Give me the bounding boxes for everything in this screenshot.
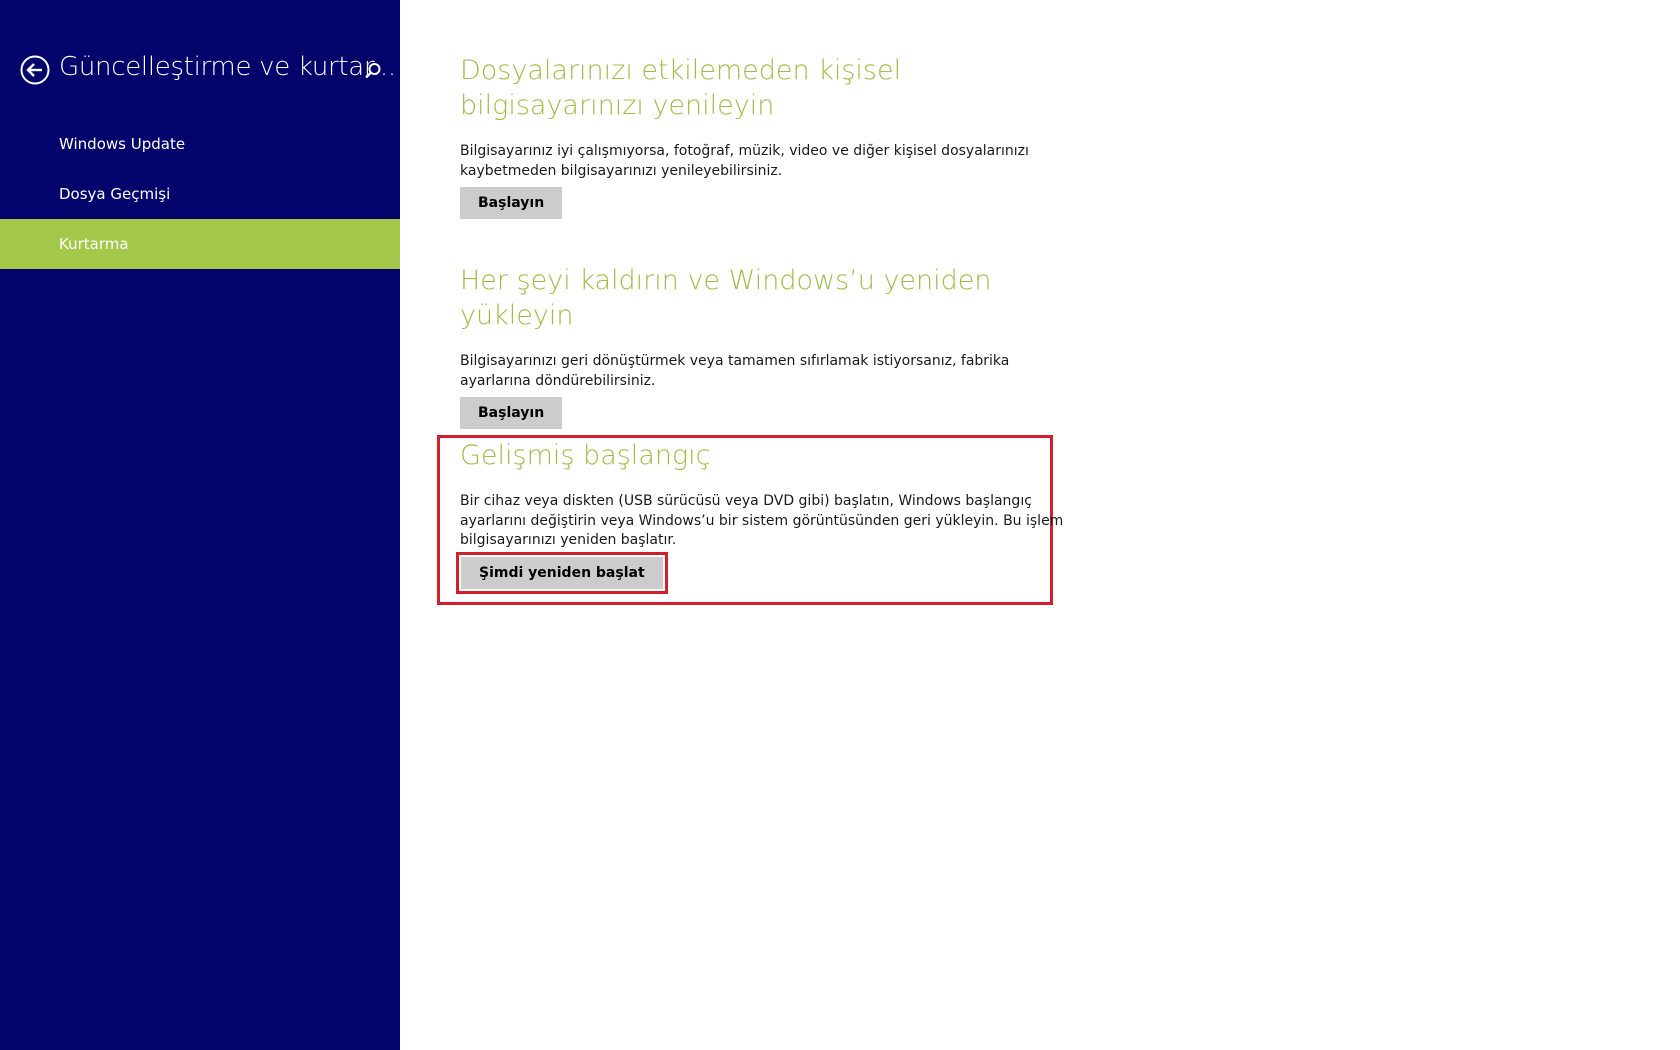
- section-title: Dosyalarınızı etkilemeden kişisel bilgis…: [460, 55, 902, 121]
- section-title: Her şeyi kaldırın ve Windows’u yeniden y…: [460, 265, 992, 331]
- sidebar-item-label: Kurtarma: [59, 235, 129, 253]
- reset-pc-section: Her şeyi kaldırın ve Windows’u yeniden y…: [460, 263, 1080, 429]
- section-description: Bilgisayarınız iyi çalışmıyorsa, fotoğra…: [460, 143, 1029, 179]
- page-title: Güncelleştirme ve kurtar...: [59, 52, 396, 82]
- settings-window: Güncelleştirme ve kurtar... Windows Upda…: [0, 0, 1680, 1050]
- restart-now-button[interactable]: Şimdi yeniden başlat: [461, 557, 663, 589]
- back-button[interactable]: [20, 55, 50, 85]
- section-title: Gelişmiş başlangıç: [460, 440, 711, 471]
- sidebar-item-recovery[interactable]: Kurtarma: [0, 219, 400, 269]
- sidebar-item-label: Dosya Geçmişi: [59, 185, 171, 203]
- sidebar-nav: Windows Update Dosya Geçmişi Kurtarma: [0, 119, 400, 269]
- section-description: Bilgisayarınızı geri dönüştürmek veya ta…: [460, 353, 1010, 389]
- restart-button-highlight: Şimdi yeniden başlat: [456, 552, 668, 594]
- sidebar-item-file-history[interactable]: Dosya Geçmişi: [0, 169, 400, 219]
- refresh-get-started-button[interactable]: Başlayın: [460, 187, 563, 219]
- section-description: Bir cihaz veya diskten (USB sürücüsü vey…: [460, 493, 1064, 548]
- sidebar: Güncelleştirme ve kurtar... Windows Upda…: [0, 0, 400, 1050]
- refresh-pc-section: Dosyalarınızı etkilemeden kişisel bilgis…: [460, 53, 1080, 219]
- search-icon: [365, 63, 381, 79]
- advanced-startup-section: Gelişmiş başlangıç Bir cihaz veya diskte…: [456, 438, 1080, 594]
- back-arrow-circle-icon: [20, 55, 50, 85]
- sidebar-item-label: Windows Update: [59, 135, 186, 153]
- reset-get-started-button[interactable]: Başlayın: [460, 397, 563, 429]
- search-button[interactable]: [364, 62, 382, 80]
- sidebar-item-windows-update[interactable]: Windows Update: [0, 119, 400, 169]
